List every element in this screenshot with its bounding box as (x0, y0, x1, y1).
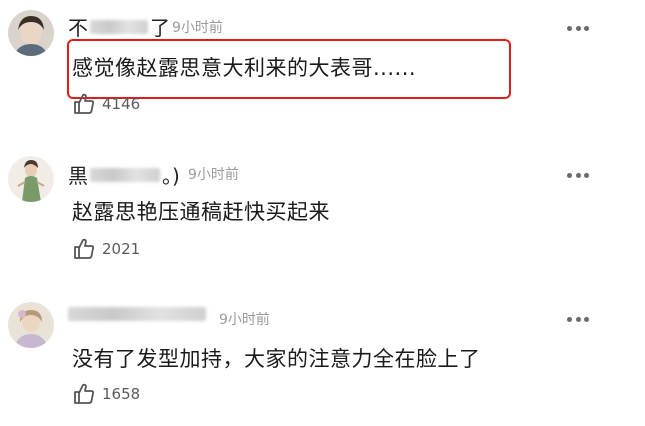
comment-text: 没有了发型加持，大家的注意力全在脸上了 (72, 347, 481, 371)
comment-time: 9小时前 (172, 20, 223, 36)
like-button[interactable]: 2021 (72, 237, 140, 261)
thumbs-up-icon (74, 93, 94, 114)
comment-time: 9小时前 (219, 312, 270, 328)
thumbs-up-icon (74, 238, 94, 259)
comment-item: 9小时前 没有了发型加持，大家的注意力全在脸上了 1658 (0, 280, 645, 426)
blurred-username-section (68, 307, 206, 321)
comment-text: 赵露思艳压通稿赶快买起来 (72, 200, 330, 224)
username[interactable] (68, 307, 206, 321)
avatar[interactable] (8, 156, 54, 202)
username[interactable]: 黒 。) (68, 160, 180, 189)
avatar[interactable] (8, 302, 54, 348)
like-button[interactable]: 4146 (72, 92, 140, 116)
avatar[interactable] (8, 10, 54, 56)
username-suffix: 了 (150, 16, 170, 40)
comment-item: 黒 。) 9小时前 赵露思艳压通稿赶快买起来 2021 (0, 140, 645, 280)
more-horizontal-icon[interactable] (567, 316, 589, 322)
like-count: 1658 (102, 385, 141, 403)
username[interactable]: 不 了 (68, 12, 170, 41)
blurred-username-section (90, 167, 160, 182)
username-prefix: 黒 (68, 164, 88, 188)
more-horizontal-icon[interactable] (567, 25, 589, 31)
username-suffix: 。) (162, 164, 180, 188)
like-count: 4146 (102, 95, 141, 113)
thumbs-up-icon (74, 383, 94, 404)
comment-item: 不 了 9小时前 感觉像赵露思意大利来的大表哥...... 4146 (0, 0, 645, 140)
username-prefix: 不 (68, 16, 88, 40)
blurred-username-section (90, 19, 148, 34)
more-horizontal-icon[interactable] (567, 172, 589, 178)
comment-text: 感觉像赵露思意大利来的大表哥...... (72, 56, 417, 80)
comment-time: 9小时前 (188, 167, 239, 183)
like-count: 2021 (102, 240, 141, 258)
like-button[interactable]: 1658 (72, 382, 140, 406)
